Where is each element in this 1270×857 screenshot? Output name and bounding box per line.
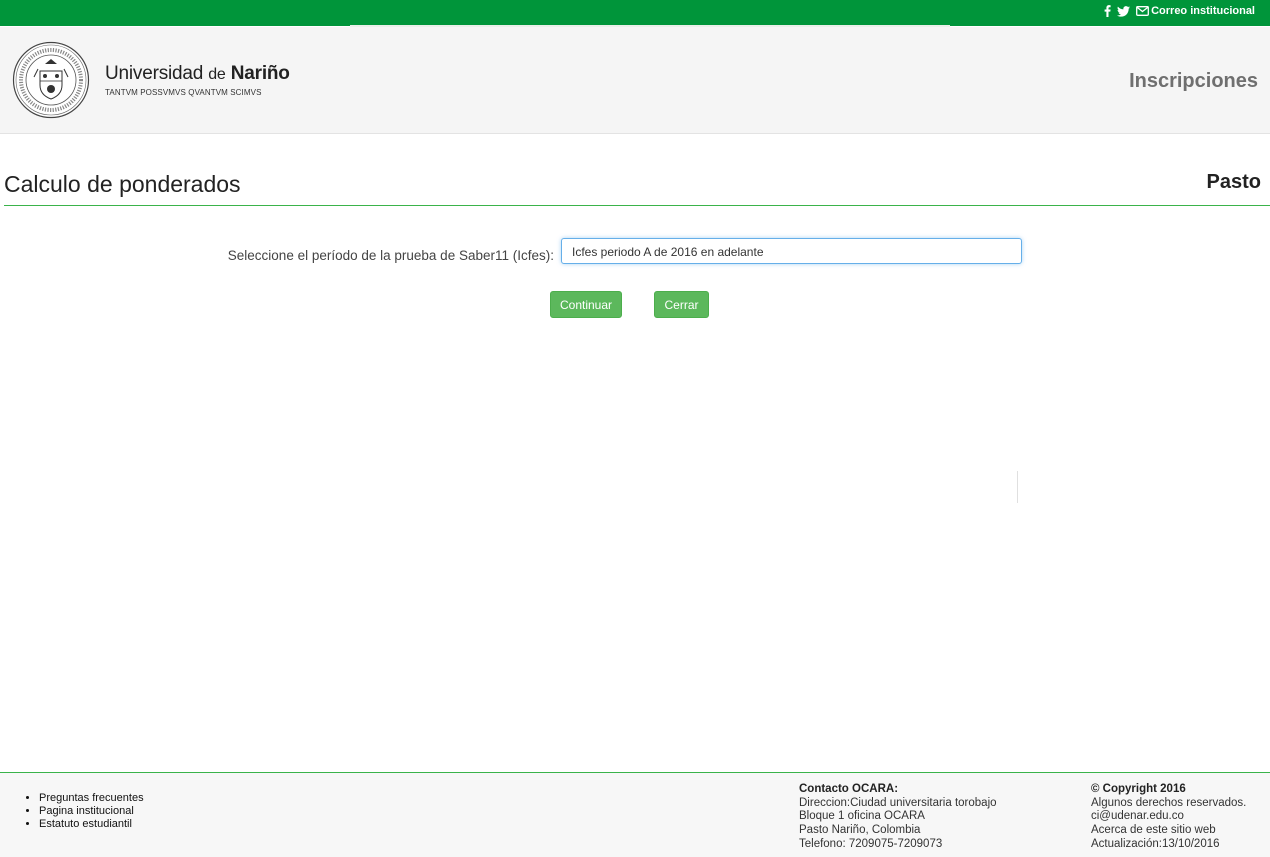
contact-city: Pasto Nariño, Colombia <box>799 824 921 837</box>
university-seal-logo[interactable] <box>12 41 90 119</box>
university-name: Universidad de Nariño <box>105 63 290 85</box>
brand-name-part3: Nariño <box>230 63 290 84</box>
contact-email[interactable]: ci@udenar.edu.co <box>1091 810 1246 824</box>
site-header: Universidad de Nariño TANTVM POSSVMVS QV… <box>0 27 1270 134</box>
section-title: Inscripciones <box>1129 70 1258 92</box>
continue-button[interactable]: Continuar <box>550 291 622 318</box>
divider-line <box>1017 471 1018 503</box>
close-button[interactable]: Cerrar <box>654 291 709 318</box>
brand-name-part2: de <box>208 66 226 83</box>
page-title: Calculo de ponderados <box>4 171 241 197</box>
footer-links: Preguntas frecuentes Pagina instituciona… <box>25 792 144 831</box>
twitter-icon[interactable] <box>1117 5 1131 17</box>
period-select[interactable]: Icfes periodo A de 2016 en adelante <box>561 238 1022 264</box>
title-divider <box>4 205 1270 206</box>
footer-link-institutional[interactable]: Pagina institucional <box>39 805 144 818</box>
last-updated: Actualización:13/10/2016 <box>1091 837 1220 850</box>
period-select-label: Seleccione el período de la prueba de Sa… <box>227 248 554 263</box>
contact-heading: Contacto OCARA: <box>799 783 899 795</box>
institutional-mail-label: Correo institucional <box>1151 5 1255 17</box>
site-footer: Preguntas frecuentes Pagina instituciona… <box>0 772 1270 857</box>
footer-link-statute[interactable]: Estatuto estudiantil <box>39 818 144 831</box>
brand-name-part1: Universidad <box>105 63 204 84</box>
contact-address: Direccion:Ciudad universitaria torobajo <box>799 796 997 809</box>
contact-office: Bloque 1 oficina OCARA <box>799 810 925 823</box>
copyright-heading: © Copyright 2016 <box>1091 783 1186 795</box>
university-motto: TANTVM POSSVMVS QVANTVM SCIMVS <box>105 88 262 97</box>
about-site-link[interactable]: Acerca de este sitio web <box>1091 824 1246 838</box>
top-bar: Correo institucional <box>0 0 1270 27</box>
university-brand[interactable]: Universidad de Nariño TANTVM POSSVMVS QV… <box>105 63 290 97</box>
institutional-mail-link[interactable]: Correo institucional <box>1136 5 1255 17</box>
envelope-icon <box>1136 6 1150 16</box>
copyright-info: © Copyright 2016 Algunos derechos reserv… <box>1091 783 1246 852</box>
contact-info: Contacto OCARA: Direccion:Ciudad univers… <box>799 783 997 852</box>
contact-phone: Telefono: 7209075-7209073 <box>799 837 943 850</box>
campus-name: Pasto <box>1206 171 1261 193</box>
social-links: Correo institucional <box>1104 5 1255 17</box>
rights-reserved: Algunos derechos reservados. <box>1091 796 1247 809</box>
footer-link-faq[interactable]: Preguntas frecuentes <box>39 792 144 805</box>
facebook-icon[interactable] <box>1104 5 1111 17</box>
